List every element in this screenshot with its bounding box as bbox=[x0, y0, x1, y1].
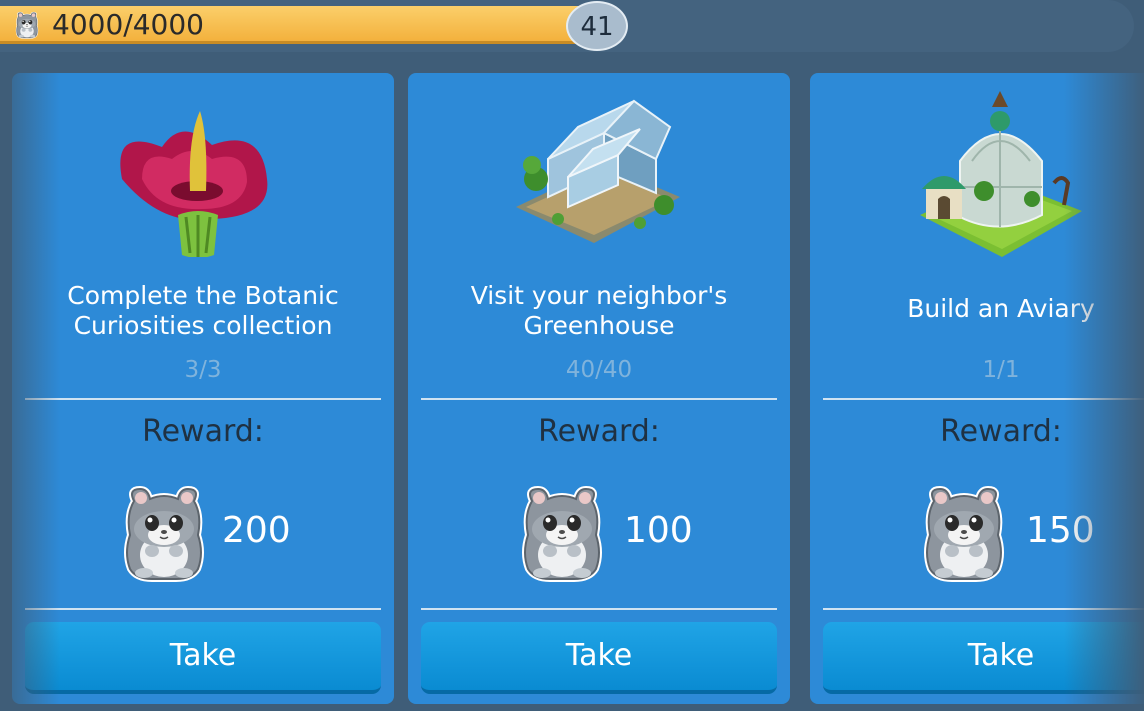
quest-title-line1: Build an Aviary bbox=[907, 294, 1095, 323]
reward-amount: 150 bbox=[1026, 510, 1095, 551]
divider bbox=[25, 398, 381, 400]
hamster-icon bbox=[922, 483, 1006, 583]
level-badge: 41 bbox=[566, 1, 628, 51]
reward-label: Reward: bbox=[142, 414, 264, 449]
divider bbox=[421, 608, 777, 610]
reward-label: Reward: bbox=[940, 414, 1062, 449]
take-button[interactable]: Take bbox=[25, 622, 381, 694]
quest-progress-count: 1/1 bbox=[982, 357, 1020, 383]
hamster-icon bbox=[520, 483, 604, 583]
reward-amount: 200 bbox=[222, 510, 291, 551]
reward-label: Reward: bbox=[538, 414, 660, 449]
corpse-flower-image bbox=[120, 111, 268, 257]
progress-text: 4000/4000 bbox=[52, 8, 204, 41]
quest-card-botanic: Complete the Botanic Curiosities collect… bbox=[12, 73, 394, 704]
take-button[interactable]: Take bbox=[823, 622, 1144, 694]
quest-card-greenhouse: Visit your neighbor's Greenhouse 40/40 R… bbox=[408, 73, 790, 704]
greenhouse-image bbox=[516, 99, 680, 243]
divider bbox=[823, 398, 1144, 400]
quest-progress-count: 3/3 bbox=[184, 357, 222, 383]
quest-title: Visit your neighbor's Greenhouse bbox=[418, 281, 780, 341]
reward-amount: 100 bbox=[624, 510, 693, 551]
quest-card-aviary: Build an Aviary 1/1 Reward: 150 Take bbox=[810, 73, 1144, 704]
quest-title: Build an Aviary bbox=[820, 294, 1144, 324]
quest-title: Complete the Botanic Curiosities collect… bbox=[22, 281, 384, 341]
aviary-image bbox=[920, 91, 1082, 257]
quest-progress-count: 40/40 bbox=[565, 357, 633, 383]
divider bbox=[823, 608, 1144, 610]
quest-title-line2: Greenhouse bbox=[523, 311, 675, 340]
divider bbox=[421, 398, 777, 400]
hamster-icon bbox=[12, 11, 42, 39]
quest-title-line1: Visit your neighbor's bbox=[470, 281, 728, 310]
quest-title-line1: Complete the Botanic bbox=[67, 281, 339, 310]
take-button[interactable]: Take bbox=[421, 622, 777, 694]
quest-title-line2: Curiosities collection bbox=[73, 311, 333, 340]
divider bbox=[25, 608, 381, 610]
hamster-icon bbox=[122, 483, 206, 583]
